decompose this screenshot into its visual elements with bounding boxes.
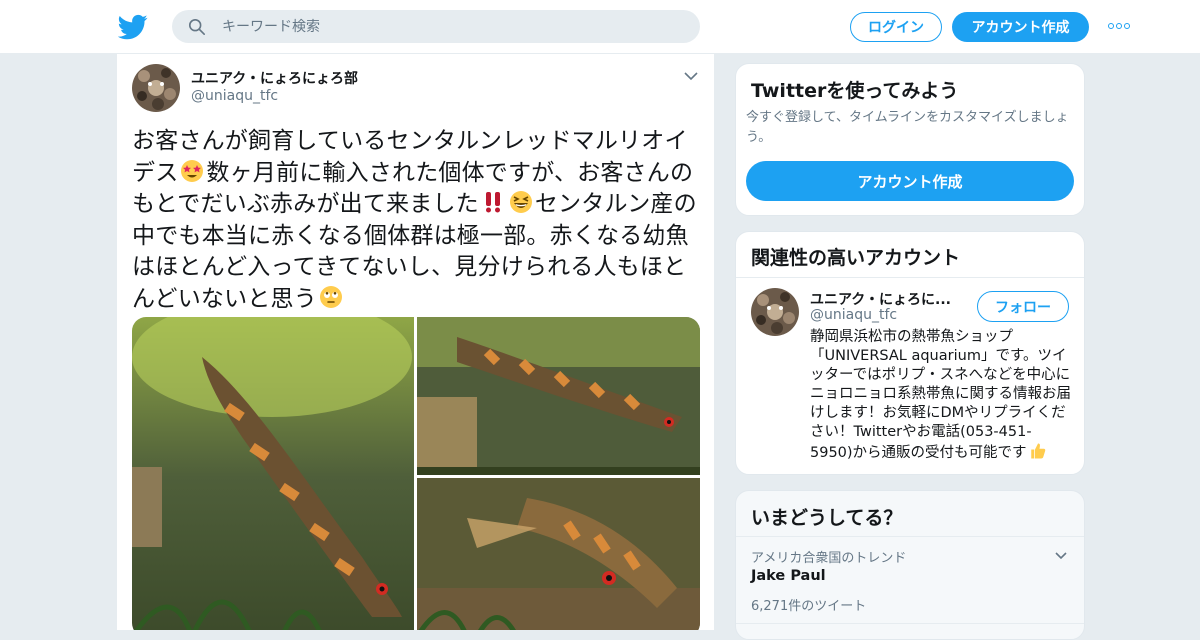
trend-context: アメリカ合衆国のトレンド: [751, 551, 907, 566]
media-photo[interactable]: [132, 317, 414, 630]
double-exclamation-emoji-icon: [485, 192, 500, 213]
media-photo[interactable]: [417, 478, 700, 630]
search-box[interactable]: [172, 10, 700, 43]
signup-card: Twitterを使ってみよう 今すぐ登録して、タイムラインをカスタマイズしましょ…: [735, 63, 1085, 216]
avatar[interactable]: [132, 64, 180, 112]
author-name[interactable]: ユニアク・にょろにょろ部: [191, 68, 358, 88]
trend-count: 6,271件のツイート: [751, 599, 867, 614]
related-accounts-card: 関連性の高いアカウント ユニアク・にょろに... @uniaqu_tfc フォロ…: [735, 231, 1085, 475]
thumbs-up-icon: [1030, 443, 1045, 459]
search-input[interactable]: [222, 10, 682, 43]
related-account-handle[interactable]: @uniaqu_tfc: [810, 307, 897, 323]
face-with-rolling-eyes-emoji-icon: [319, 285, 342, 308]
related-card-title: 関連性の高いアカウント: [751, 247, 961, 269]
signup-card-button[interactable]: アカウント作成: [746, 161, 1074, 201]
divider: [736, 623, 1084, 624]
search-icon: [188, 18, 206, 36]
tweet-media-grid[interactable]: [132, 317, 700, 630]
divider: [736, 277, 1084, 278]
signup-card-title: Twitterを使ってみよう: [751, 80, 959, 102]
related-account-avatar[interactable]: [751, 288, 799, 336]
chevron-down-icon[interactable]: [1054, 551, 1068, 561]
signup-button[interactable]: アカウント作成: [952, 12, 1089, 42]
trend-name[interactable]: Jake Paul: [751, 568, 826, 584]
follow-button[interactable]: フォロー: [977, 291, 1069, 322]
author-handle[interactable]: @uniaqu_tfc: [191, 88, 278, 104]
related-account-name[interactable]: ユニアク・にょろに...: [810, 289, 970, 309]
twitter-bird-icon[interactable]: [118, 12, 148, 42]
tweet: ユニアク・にょろにょろ部 @uniaqu_tfc お客さんが飼育しているセンタル…: [116, 54, 715, 630]
tweet-text: お客さんが飼育しているセンタルンレッドマルリオイデス 数ヶ月前に輸入された個体です…: [132, 126, 704, 315]
chevron-down-icon[interactable]: [683, 70, 699, 82]
media-photo[interactable]: [417, 317, 700, 475]
trends-card: いまどうしてる？ アメリカ合衆国のトレンド Jake Paul 6,271件のツ…: [735, 490, 1085, 640]
grinning-squinting-emoji-icon: [509, 191, 532, 213]
related-account-bio: 静岡県浜松市の熱帯魚ショップ「UNIVERSAL aquarium」です。ツイッ…: [810, 328, 1072, 463]
top-navigation-bar: ログイン アカウント作成: [0, 0, 1200, 54]
more-dots-icon[interactable]: [1108, 20, 1130, 32]
login-button[interactable]: ログイン: [850, 12, 942, 42]
trend-item[interactable]: アメリカ合衆国のトレンド Jake Paul 6,271件のツイート: [736, 537, 1084, 623]
signup-card-subtitle: 今すぐ登録して、タイムラインをカスタマイズしましょう。: [746, 110, 1069, 145]
star-struck-emoji-icon: [181, 159, 204, 182]
trends-card-title: いまどうしてる？: [751, 507, 903, 529]
